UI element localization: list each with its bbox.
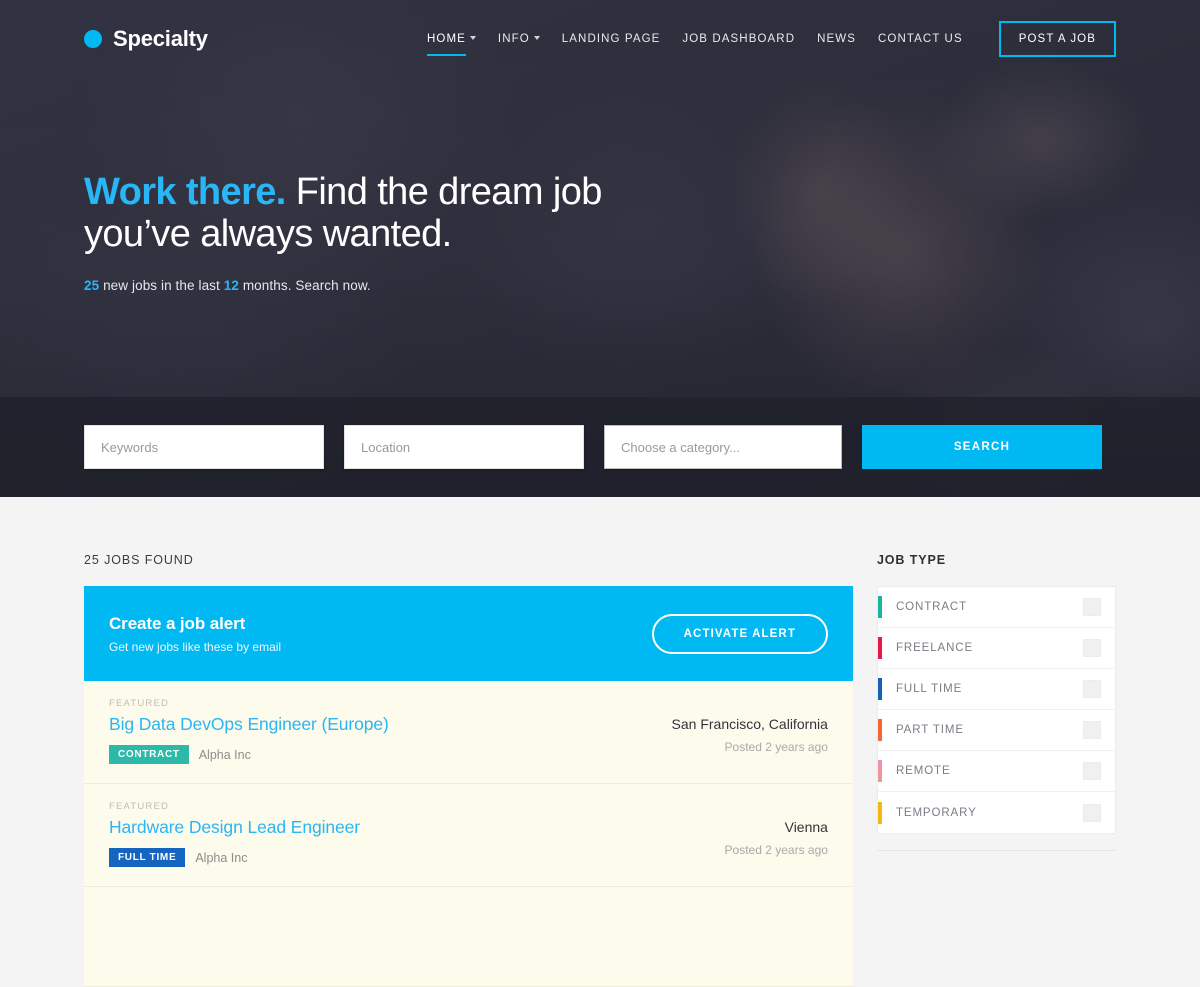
main-content: 25 JOBS FOUND Create a job alert Get new… xyxy=(0,497,1200,987)
logo-circle-icon xyxy=(84,30,102,48)
hero-copy: Work there. Find the dream job you’ve al… xyxy=(84,171,704,293)
color-swatch xyxy=(877,596,882,618)
post-a-job-button[interactable]: POST A JOB xyxy=(998,21,1116,57)
color-swatch xyxy=(877,801,882,824)
category-placeholder: Choose a category... xyxy=(621,439,740,455)
job-alert-subtitle: Get new jobs like these by email xyxy=(109,639,282,654)
job-type-badge: FULL TIME xyxy=(109,848,186,867)
filter-label: CONTRACT xyxy=(895,601,968,613)
job-type-badge: CONTRACT xyxy=(109,745,189,764)
job-info: FEATURED Big Data DevOps Engineer (Europ… xyxy=(109,698,672,764)
job-list-item[interactable] xyxy=(84,887,853,987)
filter-label: TEMPORARY xyxy=(895,806,977,819)
nav-label-landing-page: LANDING PAGE xyxy=(561,33,661,45)
filter-row-remote[interactable]: REMOTE xyxy=(877,751,1115,792)
jobs-found-count: 25 JOBS FOUND xyxy=(84,553,194,567)
nav-label-contact-us: CONTACT US xyxy=(878,33,963,45)
hero-section: Specialty HOME INFO LANDING PAGE JOB DAS… xyxy=(0,0,1200,497)
keywords-placeholder: Keywords xyxy=(101,439,159,455)
color-swatch xyxy=(877,678,882,700)
filter-row-temporary[interactable]: TEMPORARY xyxy=(877,792,1115,833)
job-list-item[interactable]: FEATURED Hardware Design Lead Engineer F… xyxy=(84,784,853,887)
filter-checkbox[interactable] xyxy=(1083,762,1101,780)
nav-item-contact-us[interactable]: CONTACT US xyxy=(878,27,963,51)
filter-checkbox[interactable] xyxy=(1083,598,1101,616)
job-title-link[interactable]: Hardware Design Lead Engineer xyxy=(109,817,725,838)
color-swatch xyxy=(877,637,882,659)
filter-checkbox[interactable] xyxy=(1083,680,1101,698)
filter-row-full-time[interactable]: FULL TIME xyxy=(877,669,1115,710)
nav-label-info: INFO xyxy=(497,33,530,45)
job-side-info: Vienna Posted 2 years ago xyxy=(725,801,828,857)
logo[interactable]: Specialty xyxy=(84,26,208,52)
filter-label: FREELANCE xyxy=(895,642,974,654)
nav-label-job-dashboard: JOB DASHBOARD xyxy=(682,33,796,45)
job-list-item[interactable]: FEATURED Big Data DevOps Engineer (Europ… xyxy=(84,681,853,784)
hero-headline: Work there. Find the dream job you’ve al… xyxy=(84,171,704,256)
job-side-info: San Francisco, California Posted 2 years… xyxy=(672,698,828,754)
job-company: Alpha Inc xyxy=(195,850,248,865)
nav-label-home: HOME xyxy=(427,33,466,45)
activate-alert-button[interactable]: ACTIVATE ALERT xyxy=(651,613,828,654)
filter-label: PART TIME xyxy=(895,724,964,736)
site-header: Specialty HOME INFO LANDING PAGE JOB DAS… xyxy=(0,0,1200,78)
hero-headline-accent: Work there. xyxy=(84,171,286,213)
nav-item-home[interactable]: HOME xyxy=(427,27,476,56)
job-alert-text: Create a job alert Get new jobs like the… xyxy=(109,614,281,654)
chevron-down-icon xyxy=(469,35,476,40)
nav-item-info[interactable]: INFO xyxy=(498,27,540,51)
filter-label: REMOTE xyxy=(895,765,951,777)
job-location: Vienna xyxy=(784,819,828,835)
keywords-input[interactable]: Keywords xyxy=(84,425,324,469)
hero-subtitle: 25 new jobs in the last 12 months. Searc… xyxy=(84,278,704,293)
logo-text: Specialty xyxy=(113,26,208,51)
job-posted-date: Posted 2 years ago xyxy=(724,740,828,754)
filter-checkbox[interactable] xyxy=(1083,803,1101,822)
job-alert-title: Create a job alert xyxy=(109,613,246,633)
search-button[interactable]: SEARCH xyxy=(862,425,1102,469)
nav-item-landing-page[interactable]: LANDING PAGE xyxy=(562,27,661,51)
job-posted-date: Posted 2 years ago xyxy=(724,843,828,857)
main-navigation: HOME INFO LANDING PAGE JOB DASHBOARD NEW… xyxy=(427,21,1116,57)
category-select[interactable]: Choose a category... xyxy=(604,425,842,469)
hero-job-count: 25 xyxy=(84,277,100,293)
job-type-heading: JOB TYPE xyxy=(876,553,946,567)
job-featured-flag: FEATURED xyxy=(109,801,170,812)
location-input[interactable]: Location xyxy=(344,425,584,469)
job-meta: CONTRACT Alpha Inc xyxy=(109,745,672,764)
location-placeholder: Location xyxy=(361,439,411,455)
job-company: Alpha Inc xyxy=(198,747,251,762)
job-location: San Francisco, California xyxy=(671,716,828,732)
filter-checkbox[interactable] xyxy=(1083,721,1101,739)
job-type-filter-list: CONTRACT FREELANCE FULL TIME PART TIME R xyxy=(876,586,1116,834)
search-bar: Keywords Location Choose a category... S… xyxy=(0,397,1200,497)
chevron-down-icon xyxy=(533,35,540,40)
sidebar-divider xyxy=(876,850,1116,851)
color-swatch xyxy=(877,760,882,782)
filter-label: FULL TIME xyxy=(895,683,963,695)
job-meta: FULL TIME Alpha Inc xyxy=(109,848,725,867)
nav-item-news[interactable]: NEWS xyxy=(817,27,856,51)
nav-label-news: NEWS xyxy=(817,33,857,45)
filter-row-contract[interactable]: CONTRACT xyxy=(877,587,1115,628)
filter-row-part-time[interactable]: PART TIME xyxy=(877,710,1115,751)
filter-row-freelance[interactable]: FREELANCE xyxy=(877,628,1115,669)
filters-sidebar: JOB TYPE CONTRACT FREELANCE FULL TIME PA… xyxy=(876,553,1116,987)
job-info: FEATURED Hardware Design Lead Engineer F… xyxy=(109,801,725,867)
color-swatch xyxy=(877,719,882,741)
job-results-column: 25 JOBS FOUND Create a job alert Get new… xyxy=(84,553,853,987)
hero-subtitle-end: months. Search now. xyxy=(238,277,371,293)
hero-subtitle-mid: new jobs in the last xyxy=(99,277,224,293)
job-title-link[interactable]: Big Data DevOps Engineer (Europe) xyxy=(109,714,672,735)
job-alert-banner: Create a job alert Get new jobs like the… xyxy=(84,586,853,681)
nav-item-job-dashboard[interactable]: JOB DASHBOARD xyxy=(682,27,795,51)
hero-months-count: 12 xyxy=(223,277,239,293)
job-featured-flag: FEATURED xyxy=(109,698,170,709)
filter-checkbox[interactable] xyxy=(1083,639,1101,657)
